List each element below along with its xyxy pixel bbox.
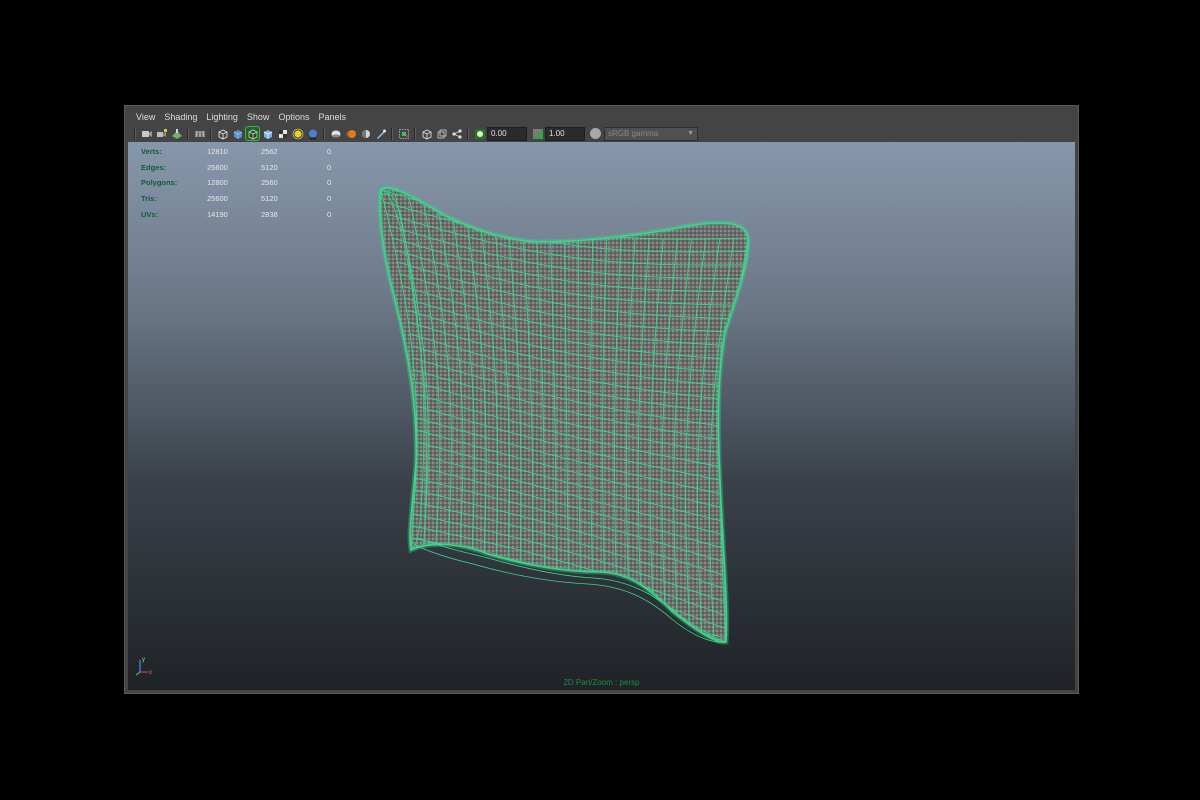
bookmark-icon[interactable] [170,127,183,140]
viewport-scene[interactable]: Verts: 12810 2562 0 Edges: 25600 5120 0 … [128,142,1075,690]
motion-blur-icon[interactable] [344,127,357,140]
axis-label-x: x [149,670,152,676]
pillow-mesh[interactable] [128,142,1075,690]
camera-name-label: 2D Pan/Zoom : persp [563,678,640,687]
menu-options[interactable]: Options [275,112,315,122]
exposure-field[interactable]: 0.00 [487,126,527,141]
color-management-select[interactable]: sRGB gamma ▼ [604,126,698,141]
gamma-icon[interactable] [531,127,544,140]
menu-lighting[interactable]: Lighting [203,112,244,122]
toolbar-divider [323,127,325,140]
axis-label-y: y [142,657,145,663]
menu-panels[interactable]: Panels [315,112,352,122]
panel-menubar: View Shading Lighting Show Options Panel… [127,108,1076,125]
color-management-value: sRGB gamma [608,128,659,138]
toolbar-divider [187,127,189,140]
xray-icon[interactable] [420,127,433,140]
toolbar-divider [414,127,416,140]
menu-show[interactable]: Show [244,112,276,122]
select-camera-icon[interactable] [140,127,153,140]
ambient-occlusion-icon[interactable] [329,127,342,140]
toolbar-divider [467,127,469,140]
wireframe-on-shaded-icon[interactable] [245,126,260,141]
isolate-select-icon[interactable] [397,127,410,140]
exposure-icon[interactable] [473,127,486,140]
color-management-toggle-icon[interactable] [590,128,601,139]
wireframe-icon[interactable] [216,127,229,140]
shadows-icon[interactable] [306,127,319,140]
use-all-lights-icon[interactable] [291,127,304,140]
grid-icon[interactable] [193,127,206,140]
toolbar-divider [210,127,212,140]
multisample-icon[interactable] [359,127,372,140]
gamma-field[interactable]: 1.00 [545,126,585,141]
axis-gizmo: y x [136,657,152,676]
toolbar-divider [134,127,136,140]
menu-view[interactable]: View [133,112,161,122]
toolbar-divider [391,127,393,140]
panel-toolbar: 0.00 1.00 sRGB gamma ▼ [127,125,1076,142]
xray-components-icon[interactable] [450,127,463,140]
lock-camera-icon[interactable] [155,127,168,140]
smooth-shade-icon[interactable] [231,127,244,140]
default-material-icon[interactable] [261,127,274,140]
chevron-down-icon: ▼ [687,129,694,137]
viewport-panel: View Shading Lighting Show Options Panel… [124,105,1079,694]
xray-joints-icon[interactable] [435,127,448,140]
menu-shading[interactable]: Shading [161,112,203,122]
textured-icon[interactable] [276,127,289,140]
depth-of-field-icon[interactable] [374,127,387,140]
